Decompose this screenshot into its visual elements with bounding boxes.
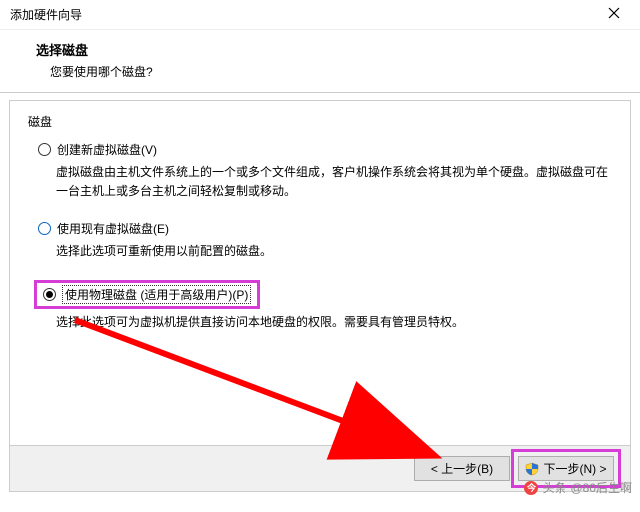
close-icon — [608, 7, 620, 22]
wizard-buttons: < 上一步(B) 下一步(N) > — [10, 445, 630, 491]
option-description: 选择此选项可重新使用以前配置的磁盘。 — [34, 238, 612, 261]
option-description: 选择此选项可为虚拟机提供直接访问本地硬盘的权限。需要具有管理员特权。 — [34, 309, 612, 332]
content-frame: 磁盘 创建新虚拟磁盘(V) 虚拟磁盘由主机文件系统上的一个或多个文件组成，客户机… — [9, 100, 631, 492]
radio-use-existing-disk[interactable]: 使用现有虚拟磁盘(E) — [34, 219, 612, 238]
window-title: 添加硬件向导 — [10, 6, 82, 23]
option-use-physical-disk: 使用物理磁盘 (适用于高级用户)(P) 选择此选项可为虚拟机提供直接访问本地硬盘… — [34, 280, 612, 332]
radio-icon — [38, 143, 51, 156]
wizard-header: 选择磁盘 您要使用哪个磁盘? — [0, 30, 640, 93]
header-subtitle: 您要使用哪个磁盘? — [36, 63, 622, 80]
radio-icon — [38, 222, 51, 235]
next-button-label: 下一步(N) > — [543, 460, 606, 477]
option-label: 创建新虚拟磁盘(V) — [57, 141, 157, 158]
content-area: 磁盘 创建新虚拟磁盘(V) 虚拟磁盘由主机文件系统上的一个或多个文件组成，客户机… — [10, 101, 630, 445]
back-button[interactable]: < 上一步(B) — [414, 456, 510, 481]
option-label: 使用现有虚拟磁盘(E) — [57, 220, 169, 237]
highlight-box: 使用物理磁盘 (适用于高级用户)(P) — [34, 280, 260, 309]
radio-create-new-disk[interactable]: 创建新虚拟磁盘(V) — [34, 140, 612, 159]
disk-options: 创建新虚拟磁盘(V) 虚拟磁盘由主机文件系统上的一个或多个文件组成，客户机操作系… — [28, 140, 612, 332]
header-title: 选择磁盘 — [36, 40, 622, 59]
title-bar: 添加硬件向导 — [0, 0, 640, 30]
next-button[interactable]: 下一步(N) > — [518, 456, 614, 481]
option-create-new-disk: 创建新虚拟磁盘(V) 虚拟磁盘由主机文件系统上的一个或多个文件组成，客户机操作系… — [34, 140, 612, 201]
option-use-existing-disk: 使用现有虚拟磁盘(E) 选择此选项可重新使用以前配置的磁盘。 — [34, 219, 612, 261]
option-description: 虚拟磁盘由主机文件系统上的一个或多个文件组成，客户机操作系统会将其视为单个硬盘。… — [34, 159, 612, 201]
section-label: 磁盘 — [28, 113, 612, 130]
close-button[interactable] — [594, 1, 634, 29]
uac-shield-icon — [525, 462, 539, 476]
back-button-label: < 上一步(B) — [431, 460, 493, 477]
radio-icon — [43, 288, 56, 301]
radio-use-physical-disk[interactable]: 使用物理磁盘 (适用于高级用户)(P) — [62, 285, 251, 304]
